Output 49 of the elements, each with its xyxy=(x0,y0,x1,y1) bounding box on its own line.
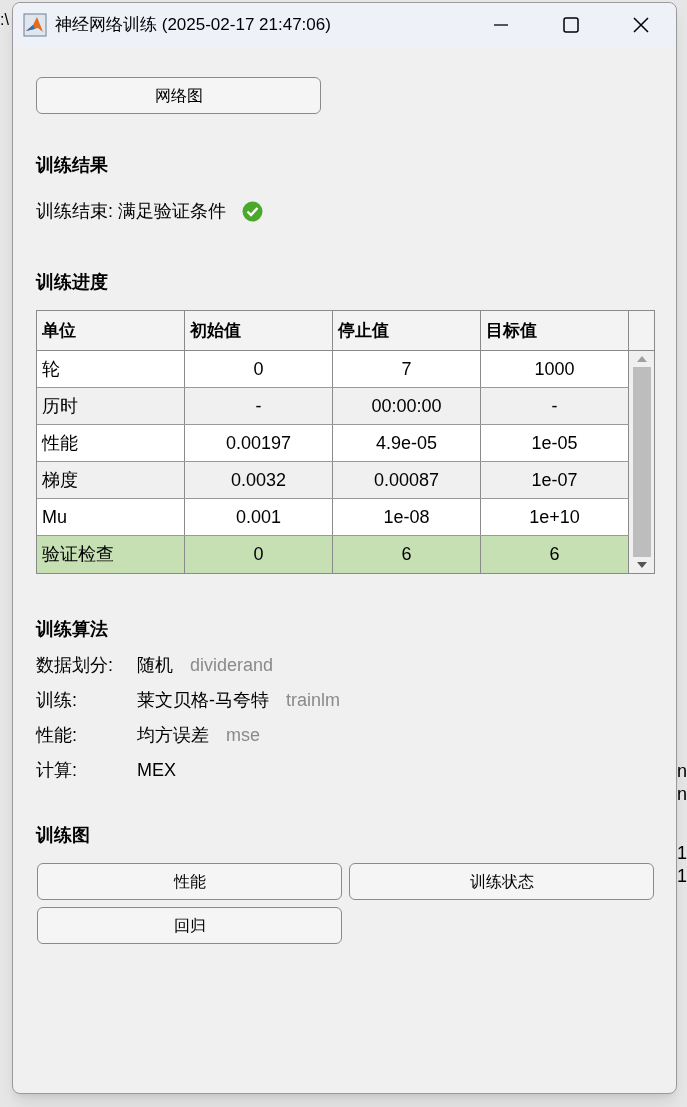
function-name: mse xyxy=(226,723,260,747)
table-cell: 6 xyxy=(333,536,481,573)
table-cell: 00:00:00 xyxy=(333,388,481,424)
table-cell: 7 xyxy=(333,351,481,387)
function-name: dividerand xyxy=(190,653,274,677)
table-cell: 0.0032 xyxy=(185,462,333,498)
field-value: 均方误差 xyxy=(137,723,209,747)
plot-button[interactable]: 训练状态 xyxy=(349,863,654,900)
network-diagram-button[interactable]: 网络图 xyxy=(36,77,321,114)
section-heading: 训练结果 xyxy=(36,154,109,177)
section-heading: 训练算法 xyxy=(36,618,109,641)
table-cell: 0.00197 xyxy=(185,425,333,461)
table-cell: 验证检查 xyxy=(37,536,185,573)
table-cell: - xyxy=(185,388,333,424)
backdrop-text: 1 xyxy=(677,842,687,865)
field-value: 随机 xyxy=(137,653,173,677)
table-cell: 1e-08 xyxy=(333,499,481,535)
window-title: 神经网络训练 (2025-02-17 21:47:06) xyxy=(55,14,331,37)
app-logo-icon xyxy=(23,13,47,37)
table-cell: 0 xyxy=(185,536,333,573)
section-heading: 训练进度 xyxy=(36,271,109,294)
backdrop-text: n xyxy=(677,760,687,783)
table-cell: 梯度 xyxy=(37,462,185,498)
field-label: 计算: xyxy=(36,758,78,782)
scroll-thumb[interactable] xyxy=(632,367,651,557)
backdrop-text: :\ xyxy=(0,10,9,30)
field-label: 训练: xyxy=(36,688,78,712)
column-header: 单位 xyxy=(37,311,185,350)
table-cell: 0.001 xyxy=(185,499,333,535)
plot-button[interactable]: 回归 xyxy=(37,907,342,944)
column-header: 停止值 xyxy=(333,311,481,350)
backdrop-text: 1 xyxy=(677,865,687,888)
field-value: MEX xyxy=(137,758,176,782)
plot-button[interactable]: 性能 xyxy=(37,863,342,900)
field-label: 性能: xyxy=(36,723,78,747)
function-name: trainlm xyxy=(286,688,340,712)
table-cell: 4.9e-05 xyxy=(333,425,481,461)
backdrop-text: n xyxy=(677,783,687,806)
result-message: 训练结束: 满足验证条件 xyxy=(36,200,226,223)
table-cell: 历时 xyxy=(37,388,185,424)
column-header: 初始值 xyxy=(185,311,333,350)
table-cell: 轮 xyxy=(37,351,185,387)
table-cell: Mu xyxy=(37,499,185,535)
table-cell: 性能 xyxy=(37,425,185,461)
table-cell: 0.00087 xyxy=(333,462,481,498)
field-value: 莱文贝格-马夸特 xyxy=(137,688,269,712)
field-label: 数据划分: xyxy=(36,653,114,677)
table-cell: 0 xyxy=(185,351,333,387)
section-heading: 训练图 xyxy=(36,824,91,847)
